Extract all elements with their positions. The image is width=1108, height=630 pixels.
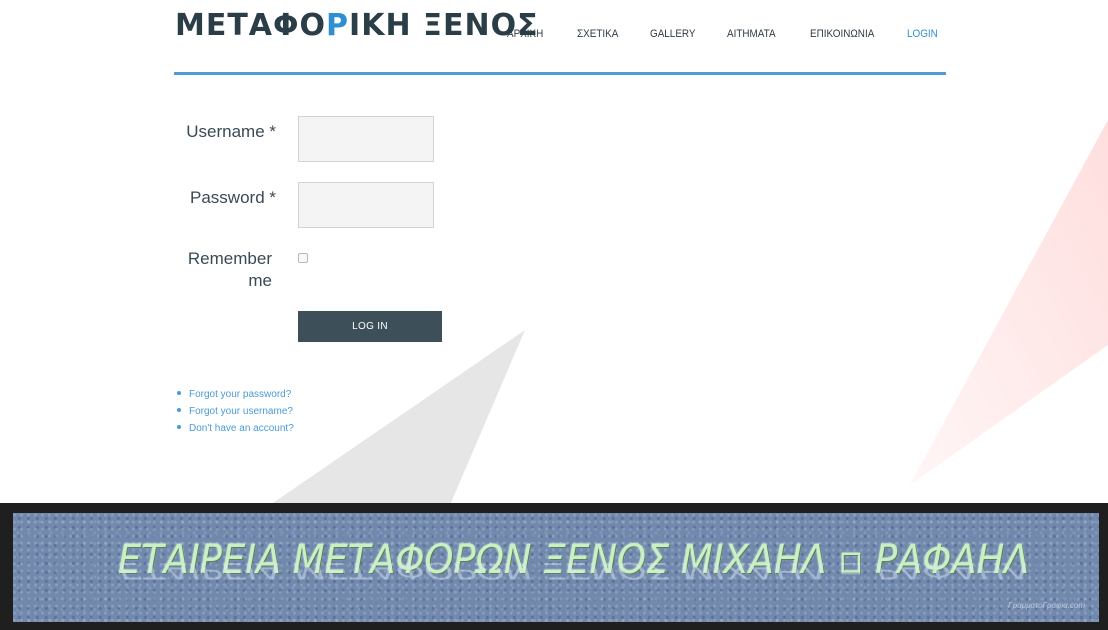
bullet-icon bbox=[177, 408, 181, 412]
nav-item-about[interactable]: ΣΧΕΤΙΚΑ bbox=[577, 28, 618, 40]
nav-item-gallery[interactable]: GALLERY bbox=[650, 28, 696, 40]
forgot-username-link[interactable]: Forgot your username? bbox=[189, 406, 293, 417]
remember-label-line2: me bbox=[248, 271, 272, 290]
list-item: Forgot your username? bbox=[174, 403, 294, 420]
bullet-icon bbox=[177, 391, 181, 395]
logo-accent: Ρ bbox=[326, 8, 350, 43]
remember-label: Remember me bbox=[162, 248, 272, 292]
nav-item-requests[interactable]: ΑΙΤΗΜΑΤΑ bbox=[727, 28, 776, 40]
nav-item-contact[interactable]: ΕΠΙΚΟΙΝΩΝΙΑ bbox=[810, 28, 874, 40]
password-input[interactable] bbox=[298, 182, 434, 228]
login-button[interactable]: LOG IN bbox=[298, 311, 442, 342]
remember-label-line1: Remember bbox=[187, 249, 272, 268]
banner-title-reflection: ΕΤΑΙΡΕΙΑ ΜΕΤΑΦΟΡΩΝ ΞΕΝΟΣ ΜΙΧΑΗΛ ▫ ΡΑΦΑΗΛ bbox=[118, 557, 1030, 583]
account-links: Forgot your password? Forgot your userna… bbox=[174, 386, 294, 437]
bullet-icon bbox=[177, 425, 181, 429]
logo-part1: ΜΕΤΑΦΟ bbox=[175, 8, 327, 43]
password-label: Password * bbox=[190, 188, 276, 207]
nav-item-login[interactable]: LOGIN bbox=[907, 28, 938, 40]
nav-item-home[interactable]: ΑΡΧΙΚΗ bbox=[507, 28, 543, 40]
site-logo[interactable]: ΜΕΤΑΦΟΡΙΚΗ ΞΕΝΟΣ bbox=[175, 8, 539, 43]
company-banner: ΕΤΑΙΡΕΙΑ ΜΕΤΑΦΟΡΩΝ ΞΕΝΟΣ ΜΙΧΑΗΛ ▫ ΡΑΦΑΗΛ… bbox=[13, 513, 1099, 622]
register-link[interactable]: Don't have an account? bbox=[189, 423, 294, 434]
forgot-password-link[interactable]: Forgot your password? bbox=[189, 389, 291, 400]
banner-watermark: ΓραμματοΓραφια.com bbox=[1008, 601, 1085, 610]
username-input[interactable] bbox=[298, 116, 434, 162]
header-divider bbox=[174, 72, 946, 75]
username-label: Username * bbox=[186, 122, 276, 141]
remember-checkbox[interactable] bbox=[298, 253, 308, 263]
list-item: Don't have an account? bbox=[174, 420, 294, 437]
list-item: Forgot your password? bbox=[174, 386, 294, 403]
